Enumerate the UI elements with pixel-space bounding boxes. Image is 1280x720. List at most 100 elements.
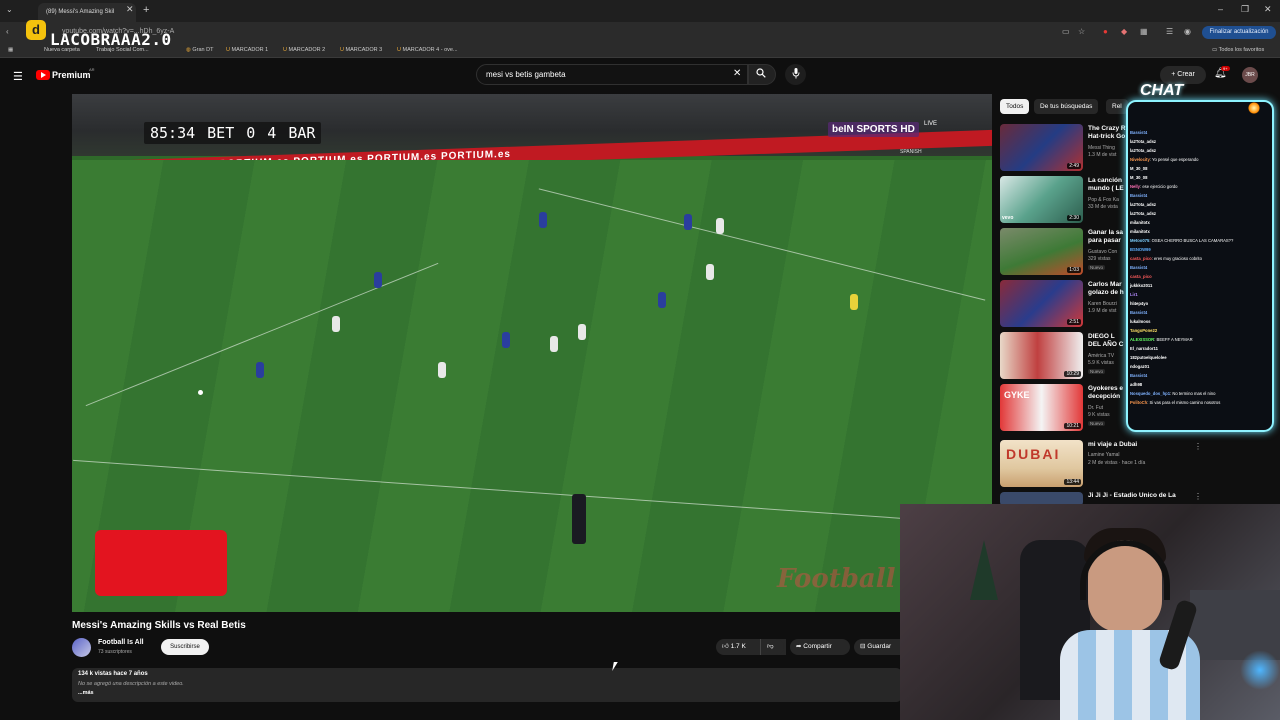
back-icon[interactable]: ‹ [6, 27, 9, 36]
close-window-icon[interactable]: ✕ [1264, 4, 1272, 15]
home-team: BET [207, 124, 235, 142]
bookmark-gran-dt[interactable]: ◍ Gran DT [186, 47, 213, 53]
star-icon[interactable]: ☆ [1078, 27, 1085, 36]
overlay-red-box [95, 530, 227, 596]
chat-username: ALEXISSOR [1130, 337, 1155, 342]
recommendation-title[interactable]: Ji Ji Ji - Estadio Único de La [1088, 492, 1188, 500]
chat-username: hl4ep4yo [1130, 301, 1149, 306]
more-options-icon[interactable]: ⋮ [1194, 442, 1202, 451]
chip-all[interactable]: Todos [1000, 99, 1030, 114]
minimize-icon[interactable]: – [1218, 4, 1223, 14]
recommendation-channel[interactable]: Karen Bourzi [1088, 301, 1117, 307]
browser-tab[interactable]: (89) Messi's Amazing Skil [38, 3, 136, 22]
recommendation-channel[interactable]: Dr. Fut [1088, 405, 1103, 411]
recommendation-thumbnail[interactable]: 10:29 [1000, 332, 1083, 379]
tab-search-icon[interactable]: ⌄ [6, 5, 13, 14]
recommendation-stats: 2 M de vistas · hace 1 día [1088, 460, 1146, 466]
recommendation-thumbnail[interactable]: 1:03 [1000, 228, 1083, 275]
chip-related[interactable]: Rel [1106, 99, 1128, 114]
bookmark-marcador-2[interactable]: U MARCADOR 2 [283, 47, 325, 53]
chat-message: la2Tota_adsz [1130, 148, 1156, 153]
bookmark-marcador-4[interactable]: U MARCADOR 4 - ove... [397, 47, 458, 53]
chat-username: lukalmoss [1130, 319, 1151, 324]
recommendation-stats: 33 M de vista [1088, 204, 1118, 210]
chat-message: ndogaz01 [1130, 364, 1149, 369]
player-barcelona [684, 214, 692, 230]
chat-username: PolitoCh [1130, 400, 1148, 405]
bookmark-marcador-1[interactable]: U MARCADOR 1 [226, 47, 268, 53]
recommendation-stats: 329 vistas [1088, 256, 1111, 262]
recommendation-thumbnail[interactable]: 2:49 [1000, 124, 1083, 171]
recommendation-stats: 9 K vistas [1088, 412, 1110, 418]
search-icon[interactable] [756, 68, 766, 78]
chat-username: Bassist4 [1130, 373, 1148, 378]
recommendation-channel[interactable]: Pop & Fox Ka [1088, 197, 1119, 203]
bookmark-marcador-3[interactable]: U MARCADOR 3 [340, 47, 382, 53]
profile-icon[interactable]: ◉ [1184, 27, 1191, 36]
tab-list-icon[interactable]: ☰ [1166, 27, 1173, 36]
save-icon: ⊟ [860, 643, 866, 650]
extensions-puzzle-icon[interactable]: ▦ [1140, 27, 1148, 36]
chat-message: Metoo075: OSEA CHERRO BUSCA LAS CAMARAS?… [1130, 238, 1233, 243]
save-button[interactable]: ⊟ Guardar [854, 639, 900, 655]
show-more-link[interactable]: ...más [78, 690, 94, 696]
like-count: 1.7 K [730, 643, 746, 650]
chat-message: milanitotx [1130, 229, 1150, 234]
microphone-icon[interactable] [792, 68, 800, 79]
chip-from-searches[interactable]: De tus búsquedas [1034, 99, 1099, 114]
recommendation-thumbnail[interactable]: 2:51 [1000, 280, 1083, 327]
tab-close-icon[interactable]: ✕ [126, 4, 134, 15]
apps-icon[interactable]: ▦ [8, 47, 13, 53]
extension-icon[interactable]: ◆ [1121, 27, 1127, 36]
update-button[interactable]: Finalizar actualización [1202, 26, 1276, 39]
broadcaster-logo: beIN SPORTS HD [828, 122, 919, 137]
hamburger-menu-icon[interactable]: ☰ [13, 70, 23, 83]
more-options-icon[interactable]: ⋮ [1194, 492, 1202, 501]
share-button[interactable]: ➦ Compartir [790, 639, 850, 655]
recommendation-thumbnail[interactable]: DUBAI 13:44 [1000, 440, 1083, 487]
maximize-icon[interactable]: ❐ [1241, 4, 1249, 15]
away-team: BAR [288, 124, 316, 142]
bookmark-icon: U [340, 47, 344, 53]
recommendation-channel[interactable]: Lamine Yamal [1088, 452, 1120, 458]
dislike-button[interactable]: 👎︎ [760, 639, 784, 655]
globe-icon: ◍ [186, 47, 191, 53]
recommendation-title[interactable]: mi viaje a Dubai [1088, 441, 1188, 449]
video-duration: 1:03 [1067, 267, 1081, 273]
video-player[interactable]: PORTIUM.es PORTIUM.es PORTIUM.es PORTIUM… [72, 94, 992, 612]
recommendation-channel[interactable]: América TV [1088, 353, 1114, 359]
broadcaster-language: SPANISH [900, 149, 922, 155]
recommendation-thumbnail[interactable]: vevo 2:30 [1000, 176, 1083, 223]
recommendation-stats: 1.3 M de vist [1088, 152, 1117, 158]
video-duration: 2:49 [1067, 163, 1081, 169]
player-barcelona [658, 292, 666, 308]
player-betis [578, 324, 586, 340]
recommendation-channel[interactable]: Gustavo Con [1088, 249, 1117, 255]
new-badge: Nuevo [1088, 369, 1106, 374]
subscribe-button[interactable]: Suscribirse [161, 639, 209, 655]
away-score: 4 [267, 124, 277, 142]
stream-name: LACOBRAAA2.0 [50, 30, 172, 49]
youtube-brand[interactable]: Premium [52, 70, 91, 80]
mouse-cursor [612, 662, 622, 671]
chat-text: : BEEFF A NEYMAR [1154, 337, 1193, 342]
channel-name[interactable]: Football Is All [98, 639, 144, 646]
all-bookmarks[interactable]: ▭ Todos los favoritos [1212, 47, 1264, 53]
channel-avatar[interactable] [72, 638, 91, 657]
bottom-bar [0, 704, 900, 720]
referee [850, 294, 858, 310]
chat-username: Bassist4 [1130, 130, 1148, 135]
chat-message: 182putoelquelolee [1130, 355, 1167, 360]
search-input[interactable]: mesi vs betis gambeta [486, 70, 566, 79]
thumbnail-text: GYKE [1004, 390, 1030, 400]
video-duration: 10:29 [1064, 371, 1081, 377]
cast-icon[interactable]: ▭ [1062, 27, 1070, 36]
recommendation-channel[interactable]: Messi Thing [1088, 145, 1115, 151]
avatar[interactable]: JBR [1242, 67, 1258, 83]
new-tab-button[interactable]: + [143, 4, 149, 16]
description-box[interactable] [72, 668, 902, 702]
clear-search-icon[interactable]: ✕ [733, 68, 741, 79]
extension-record-icon[interactable]: ● [1103, 27, 1108, 36]
player-barcelona [539, 212, 547, 228]
recommendation-thumbnail[interactable]: GYKE 10:21 [1000, 384, 1083, 431]
